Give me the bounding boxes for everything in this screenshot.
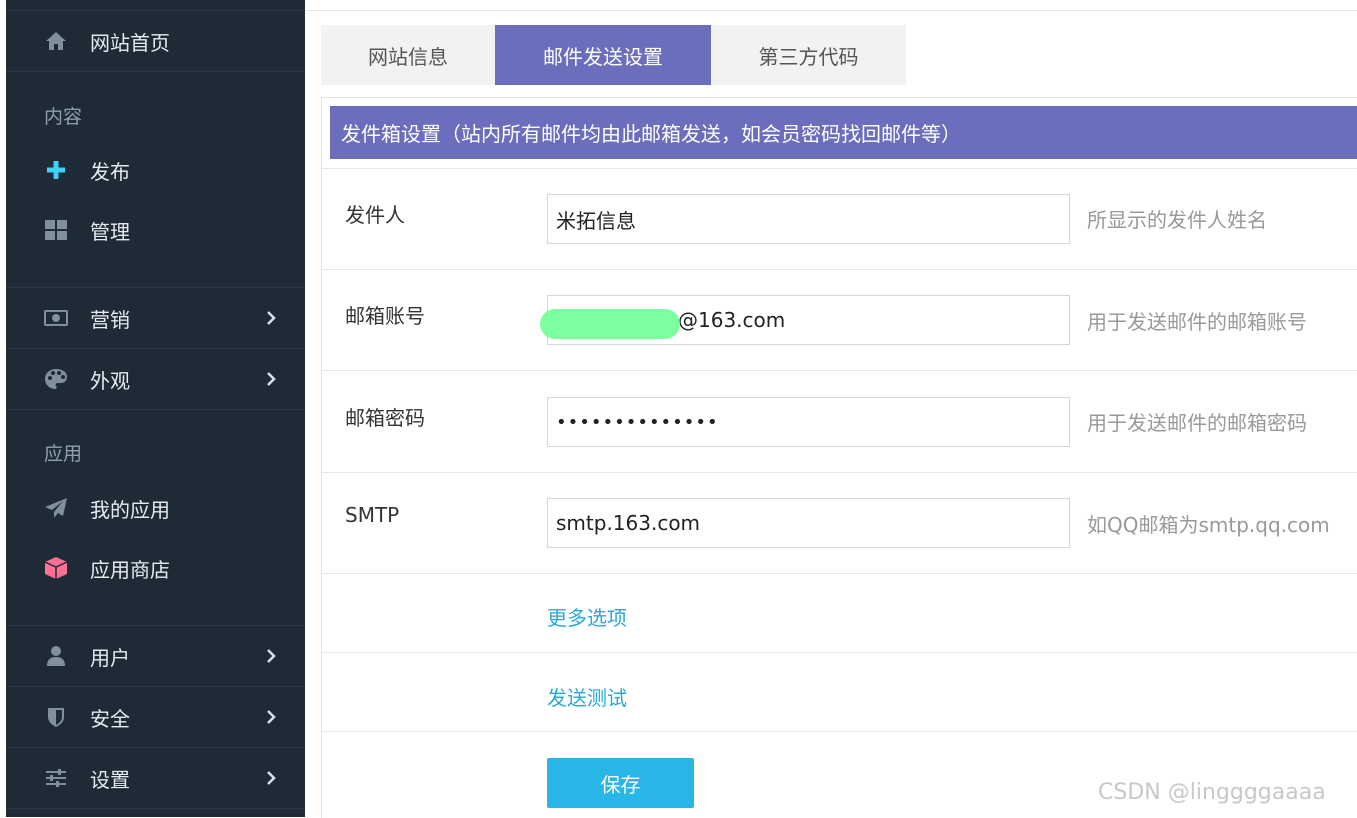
tab-third-party-code[interactable]: 第三方代码 — [711, 25, 906, 85]
sidebar-item-label: 用户 — [90, 645, 130, 670]
row-divider — [322, 731, 1357, 732]
sidebar-item-label: 管理 — [90, 219, 130, 244]
sidebar-item-label: 安全 — [90, 706, 130, 731]
more-options-link[interactable]: 更多选项 — [547, 602, 627, 631]
sender-hint: 所显示的发件人姓名 — [1087, 208, 1267, 232]
sidebar-section-apps: 应用 — [44, 443, 83, 465]
tab-email-settings[interactable]: 邮件发送设置 — [495, 25, 711, 85]
chevron-right-icon — [267, 372, 276, 386]
password-value: •••••••••••••• — [556, 411, 719, 433]
sidebar-item-my-apps[interactable]: 我的应用 — [6, 478, 305, 538]
sliders-icon — [44, 766, 68, 790]
banner-title: 发件箱设置（站内所有邮件均由此邮箱发送，如会员密码找回邮件等） — [341, 122, 961, 146]
chevron-right-icon — [267, 771, 276, 785]
row-divider — [322, 168, 1357, 169]
redaction-mark — [540, 309, 680, 339]
top-divider — [305, 10, 1357, 11]
sidebar-item-users[interactable]: 用户 — [6, 626, 305, 687]
sidebar-item-marketing[interactable]: 营销 — [6, 288, 305, 349]
sidebar-item-label: 发布 — [90, 159, 130, 184]
row-divider — [322, 573, 1357, 574]
paper-plane-icon — [44, 496, 68, 520]
sidebar-item-label: 营销 — [90, 307, 130, 332]
sidebar-item-label: 我的应用 — [90, 497, 170, 522]
row-divider — [322, 652, 1357, 653]
sidebar-item-label: 网站首页 — [90, 30, 170, 55]
tab-site-info[interactable]: 网站信息 — [321, 25, 495, 85]
chevron-right-icon — [267, 710, 276, 724]
row-divider — [322, 269, 1357, 270]
sidebar-item-label: 应用商店 — [90, 557, 170, 582]
row-divider — [322, 370, 1357, 371]
shield-icon — [44, 705, 68, 729]
section-banner: 发件箱设置（站内所有邮件均由此邮箱发送，如会员密码找回邮件等） — [330, 106, 1357, 159]
password-label: 邮箱密码 — [345, 406, 425, 430]
sidebar-top-edge — [6, 0, 305, 11]
row-divider — [322, 472, 1357, 473]
smtp-input[interactable] — [547, 498, 1070, 548]
sidebar-item-settings[interactable]: 设置 — [6, 748, 305, 809]
chevron-right-icon — [267, 311, 276, 325]
password-input[interactable]: •••••••••••••• — [547, 397, 1070, 447]
chevron-right-icon — [267, 649, 276, 663]
email-value: @163.com — [678, 308, 786, 332]
home-icon — [44, 29, 68, 53]
watermark: CSDN @linggggaaaa — [1098, 780, 1326, 805]
password-hint: 用于发送邮件的邮箱密码 — [1087, 411, 1307, 435]
money-icon — [44, 306, 68, 330]
email-label: 邮箱账号 — [345, 304, 425, 328]
plus-icon — [44, 158, 68, 182]
sidebar: 网站首页 内容 发布 管理 营销 外观 应用 我的应用 应用商店 用户 安全 设… — [6, 0, 305, 817]
sidebar-item-label: 设置 — [90, 767, 130, 792]
sidebar-item-home[interactable]: 网站首页 — [6, 11, 305, 72]
palette-icon — [44, 367, 68, 391]
sender-label: 发件人 — [345, 203, 405, 227]
sidebar-item-app-store[interactable]: 应用商店 — [6, 538, 305, 598]
smtp-hint: 如QQ邮箱为smtp.qq.com — [1087, 513, 1330, 537]
sender-input[interactable] — [547, 194, 1070, 244]
user-icon — [44, 644, 68, 668]
save-button[interactable]: 保存 — [547, 758, 694, 808]
sidebar-item-manage[interactable]: 管理 — [6, 200, 305, 260]
smtp-label: SMTP — [345, 503, 400, 527]
sidebar-item-publish[interactable]: 发布 — [6, 140, 305, 200]
sidebar-item-label: 外观 — [90, 368, 130, 393]
sidebar-item-appearance[interactable]: 外观 — [6, 349, 305, 410]
send-test-link[interactable]: 发送测试 — [547, 682, 627, 711]
sidebar-item-security[interactable]: 安全 — [6, 687, 305, 748]
cube-icon — [44, 556, 68, 580]
tab-bar: 网站信息 邮件发送设置 第三方代码 — [321, 25, 906, 85]
sidebar-section-content: 内容 — [44, 106, 83, 128]
email-hint: 用于发送邮件的邮箱账号 — [1087, 310, 1307, 334]
grid-icon — [44, 218, 68, 242]
